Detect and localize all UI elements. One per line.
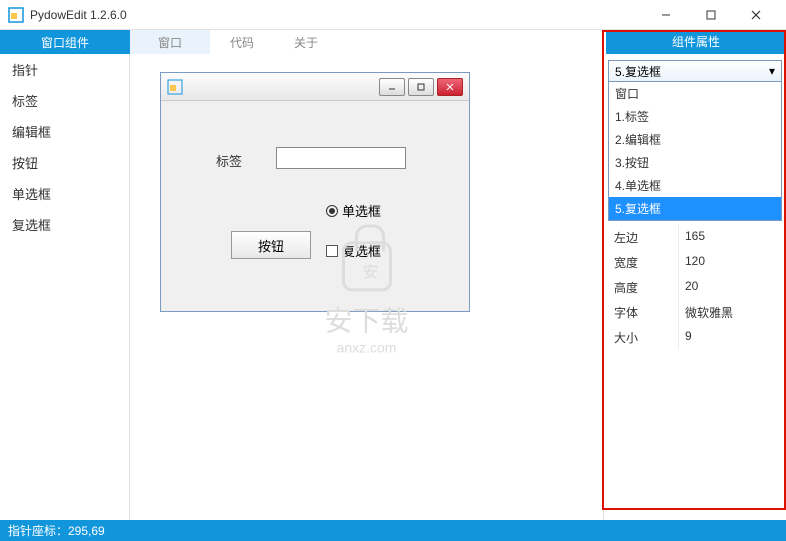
preview-button[interactable]: 按钮 — [231, 231, 311, 259]
tab-components[interactable]: 窗口组件 — [0, 30, 130, 54]
dropdown-option[interactable]: 2.编辑框 — [609, 128, 781, 151]
sidebar-item-edit[interactable]: 编辑框 — [0, 116, 129, 147]
component-select[interactable]: 5.复选框 ▾ — [608, 60, 782, 82]
preview-app-icon — [167, 79, 183, 95]
preview-window[interactable]: 标签 单选框 按钮 复选框 — [160, 72, 470, 312]
property-row: 字体微软雅黑 — [608, 300, 782, 325]
property-value[interactable]: 20 — [678, 275, 782, 300]
preview-radio-label: 单选框 — [342, 201, 381, 220]
sidebar-item-checkbox[interactable]: 复选框 — [0, 209, 129, 240]
property-row: 高度20 — [608, 275, 782, 300]
preview-body: 标签 单选框 按钮 复选框 — [161, 101, 469, 311]
design-canvas[interactable]: 标签 单选框 按钮 复选框 安 安下载 anxz.com — [130, 54, 604, 520]
preview-maximize-icon[interactable] — [408, 78, 434, 96]
chevron-down-icon: ▾ — [769, 64, 775, 78]
properties-panel: 5.复选框 ▾ 窗口 1.标签 2.编辑框 3.按钮 4.单选框 5.复选框 左… — [604, 54, 786, 520]
sidebar-item-pointer[interactable]: 指针 — [0, 54, 129, 85]
property-value[interactable]: 120 — [678, 250, 782, 275]
component-dropdown: 窗口 1.标签 2.编辑框 3.按钮 4.单选框 5.复选框 — [608, 82, 782, 221]
dropdown-option[interactable]: 4.单选框 — [609, 174, 781, 197]
property-key: 宽度 — [608, 250, 678, 275]
app-icon — [8, 7, 24, 23]
checkbox-icon — [326, 245, 338, 257]
tab-properties[interactable]: 组件属性 — [606, 30, 786, 54]
property-key: 左边 — [608, 225, 678, 250]
property-list: 左边165 宽度120 高度20 字体微软雅黑 大小9 — [608, 225, 782, 350]
preview-checkbox[interactable]: 复选框 — [326, 241, 381, 260]
property-row: 大小9 — [608, 325, 782, 350]
close-button[interactable] — [733, 1, 778, 29]
menubar: 窗口组件 窗口 代码 关于 组件属性 — [0, 30, 786, 54]
dropdown-option[interactable]: 5.复选框 — [609, 197, 781, 220]
property-key: 字体 — [608, 300, 678, 325]
statusbar: 指针座标：295,69 — [0, 520, 786, 541]
minimize-button[interactable] — [643, 1, 688, 29]
preview-close-icon[interactable] — [437, 78, 463, 96]
dropdown-option[interactable]: 1.标签 — [609, 105, 781, 128]
property-value[interactable]: 165 — [678, 225, 782, 250]
component-select-value: 5.复选框 — [615, 63, 661, 80]
component-sidebar: 指针 标签 编辑框 按钮 单选框 复选框 — [0, 54, 130, 520]
sidebar-item-radio[interactable]: 单选框 — [0, 178, 129, 209]
radio-icon — [326, 205, 338, 217]
dropdown-option[interactable]: 3.按钮 — [609, 151, 781, 174]
property-key: 高度 — [608, 275, 678, 300]
sidebar-item-button[interactable]: 按钮 — [0, 147, 129, 178]
tab-code[interactable]: 代码 — [210, 30, 274, 54]
property-row: 左边165 — [608, 225, 782, 250]
preview-minimize-icon[interactable] — [379, 78, 405, 96]
preview-checkbox-label: 复选框 — [342, 241, 381, 260]
preview-label[interactable]: 标签 — [216, 151, 242, 170]
cursor-position: 指针座标：295,69 — [8, 522, 105, 539]
property-value[interactable]: 9 — [678, 325, 782, 350]
preview-titlebar — [161, 73, 469, 101]
tab-about[interactable]: 关于 — [274, 30, 338, 54]
watermark-sub: anxz.com — [324, 339, 408, 355]
maximize-button[interactable] — [688, 1, 733, 29]
preview-radio[interactable]: 单选框 — [326, 201, 381, 220]
window-title: PydowEdit 1.2.6.0 — [30, 8, 643, 22]
titlebar: PydowEdit 1.2.6.0 — [0, 0, 786, 30]
property-key: 大小 — [608, 325, 678, 350]
dropdown-option[interactable]: 窗口 — [609, 82, 781, 105]
preview-edit-input[interactable] — [276, 147, 406, 169]
property-value[interactable]: 微软雅黑 — [678, 300, 782, 325]
sidebar-item-label[interactable]: 标签 — [0, 85, 129, 116]
tab-window[interactable]: 窗口 — [130, 30, 210, 54]
main-area: 指针 标签 编辑框 按钮 单选框 复选框 标签 单选框 按钮 — [0, 54, 786, 520]
property-row: 宽度120 — [608, 250, 782, 275]
